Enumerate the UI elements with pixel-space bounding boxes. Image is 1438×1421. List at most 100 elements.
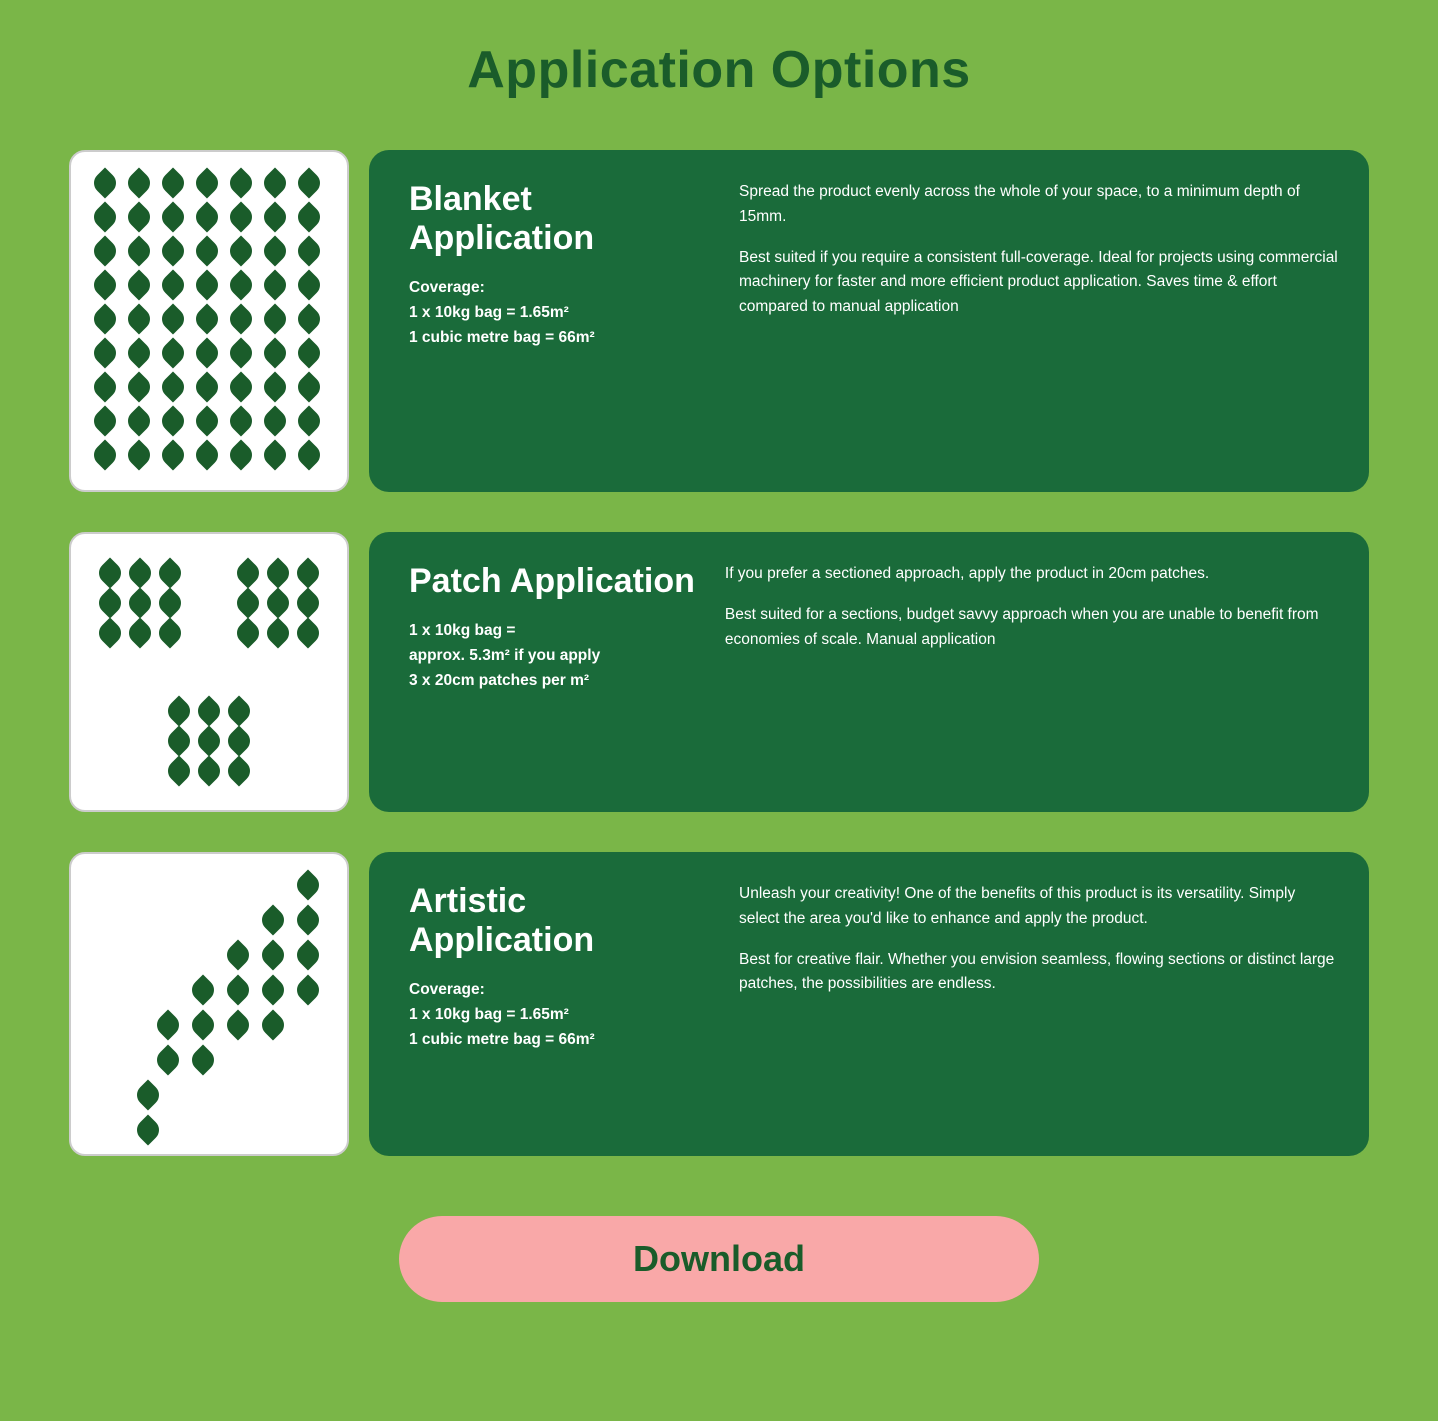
dot [123,269,154,300]
dot [123,235,154,266]
patch-card-left: Patch Application 1 x 10kg bag = approx.… [409,562,695,782]
dot [259,405,290,436]
dot [257,939,288,970]
dot [193,725,224,756]
dot [223,725,254,756]
patch-desc-2: Best suited for a sections, budget savvy… [725,603,1339,653]
dot [123,167,154,198]
dot [132,1114,163,1145]
patch-info-card: Patch Application 1 x 10kg bag = approx.… [369,532,1369,812]
dot [163,695,194,726]
dot [123,303,154,334]
dot [89,235,120,266]
dot [157,235,188,266]
dot [225,303,256,334]
dot [259,167,290,198]
dot [293,303,324,334]
dot [89,167,120,198]
dot [154,617,185,648]
artistic-desc-1: Unleash your creativity! One of the bene… [739,882,1339,932]
dot [293,235,324,266]
dot [191,167,222,198]
dot [293,201,324,232]
patch-illustration [69,532,349,812]
dot [293,337,324,368]
dot [222,1009,253,1040]
dot [293,167,324,198]
dot [191,439,222,470]
dot [232,557,263,588]
artistic-section: Artistic Application Coverage: 1 x 10kg … [69,852,1369,1156]
blanket-dot-grid [94,172,324,470]
dot [259,269,290,300]
dot [157,337,188,368]
dot [157,269,188,300]
dot [154,557,185,588]
blanket-desc-2: Best suited if you require a consistent … [739,246,1339,320]
dot [132,1079,163,1110]
artistic-dot-pattern [99,874,319,1134]
blanket-desc-1: Spread the product evenly across the who… [739,180,1339,230]
dot [191,405,222,436]
dot [191,235,222,266]
artistic-illustration [69,852,349,1156]
patch-description: If you prefer a sectioned approach, appl… [725,562,1339,782]
dot [225,269,256,300]
dot [89,201,120,232]
dot [157,303,188,334]
dot [293,269,324,300]
dot [124,557,155,588]
patch-dot-pattern [99,562,319,782]
dot [124,617,155,648]
dot [157,405,188,436]
dot [123,405,154,436]
download-button[interactable]: Download [399,1216,1039,1302]
patch-desc-1: If you prefer a sectioned approach, appl… [725,562,1339,587]
artistic-desc-2: Best for creative flair. Whether you env… [739,948,1339,998]
dot [262,587,293,618]
dot [94,557,125,588]
dot [191,337,222,368]
dot [292,869,323,900]
dot [225,167,256,198]
dot [89,439,120,470]
dot [292,587,323,618]
dot [225,405,256,436]
dot [293,405,324,436]
blanket-card-left: Blanket Application Coverage: 1 x 10kg b… [409,180,709,462]
dot [163,725,194,756]
blanket-description: Spread the product evenly across the who… [739,180,1339,462]
dot [89,371,120,402]
dot [152,1009,183,1040]
dot [257,974,288,1005]
dot [89,337,120,368]
dot [262,557,293,588]
dot [232,617,263,648]
dot [259,303,290,334]
artistic-card-left: Artistic Application Coverage: 1 x 10kg … [409,882,709,1126]
dot [223,755,254,786]
dot [157,201,188,232]
dot [292,939,323,970]
dot [157,371,188,402]
dot [225,337,256,368]
patch-section: Patch Application 1 x 10kg bag = approx.… [69,532,1369,812]
patch-title: Patch Application [409,562,695,601]
dot [259,439,290,470]
dot [191,201,222,232]
dot [187,1044,218,1075]
dot [123,201,154,232]
dot [191,269,222,300]
dot [292,974,323,1005]
dot [225,201,256,232]
blanket-coverage: Coverage: 1 x 10kg bag = 1.65m² 1 cubic … [409,276,709,350]
dot [187,974,218,1005]
dot [152,1044,183,1075]
dot [191,303,222,334]
dot [257,1009,288,1040]
blanket-illustration [69,150,349,492]
dot [225,235,256,266]
dot [259,201,290,232]
artistic-coverage: Coverage: 1 x 10kg bag = 1.65m² 1 cubic … [409,978,709,1052]
dot [157,167,188,198]
